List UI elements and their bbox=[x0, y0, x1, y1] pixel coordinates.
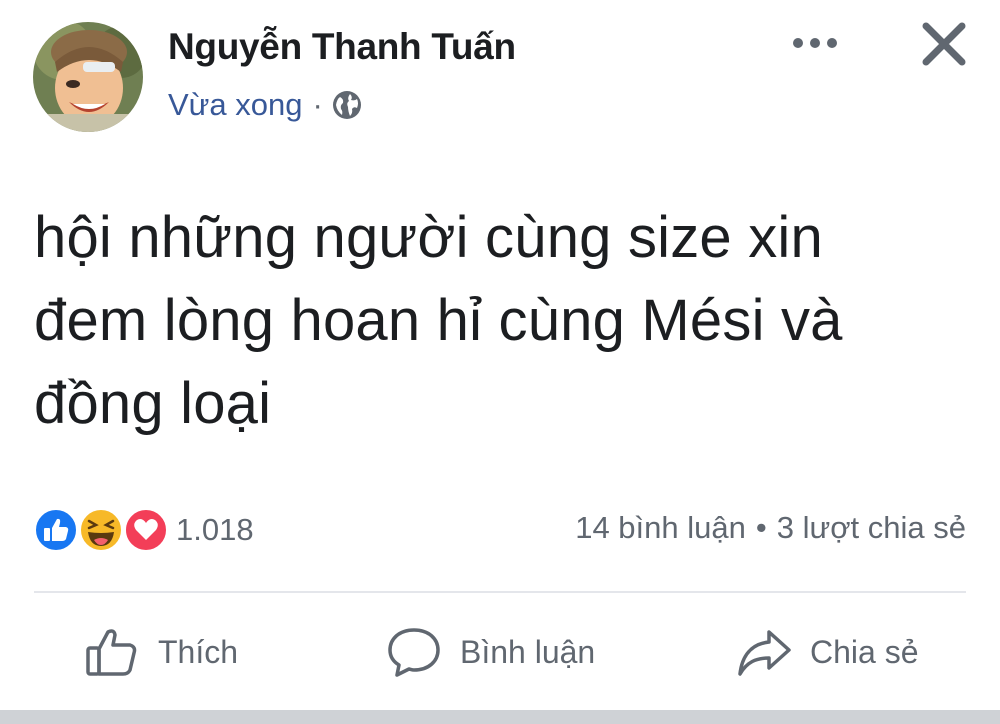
reaction-icons bbox=[34, 506, 170, 554]
post-text-line: đem lòng hoan hỉ cùng Mési và bbox=[34, 288, 843, 353]
reaction-count: 1.018 bbox=[176, 512, 254, 547]
post-meta: Vừa xong · bbox=[168, 85, 363, 125]
share-label: Chia sẻ bbox=[810, 633, 919, 670]
post-stats: 14 bình luận • 3 lượt chia sẻ bbox=[575, 510, 966, 546]
post-text-line: hội những người cùng size xin bbox=[34, 205, 823, 270]
globe-icon[interactable] bbox=[331, 89, 363, 121]
avatar[interactable] bbox=[33, 22, 143, 132]
stats-separator: • bbox=[755, 510, 767, 545]
thumbs-up-icon bbox=[86, 629, 137, 676]
love-reaction-icon bbox=[124, 508, 168, 552]
post-card: Nguyễn Thanh Tuấn Vừa xong · hội những n… bbox=[0, 0, 1000, 710]
share-button[interactable]: Chia sẻ bbox=[736, 620, 919, 684]
divider bbox=[34, 591, 966, 593]
meta-separator: · bbox=[312, 87, 323, 122]
comment-icon bbox=[388, 628, 440, 677]
author-name[interactable]: Nguyễn Thanh Tuấn bbox=[168, 26, 516, 68]
share-icon bbox=[738, 630, 791, 676]
avatar-image bbox=[33, 22, 143, 132]
share-count[interactable]: 3 lượt chia sẻ bbox=[777, 510, 966, 545]
like-button[interactable]: Thích bbox=[84, 620, 238, 684]
close-icon bbox=[922, 22, 966, 66]
comment-label: Bình luận bbox=[460, 633, 596, 670]
comment-count[interactable]: 14 bình luận bbox=[575, 510, 746, 545]
close-button[interactable] bbox=[918, 18, 970, 70]
like-label: Thích bbox=[158, 633, 239, 670]
more-options-button[interactable] bbox=[790, 28, 840, 58]
like-reaction-icon bbox=[34, 508, 78, 552]
post-timestamp[interactable]: Vừa xong bbox=[168, 87, 303, 123]
post-text-line: đồng loại bbox=[34, 371, 272, 436]
post-text: hội những người cùng size xin đem lòng h… bbox=[34, 196, 974, 445]
more-options-icon bbox=[793, 38, 837, 48]
haha-reaction-icon bbox=[79, 508, 123, 552]
reactions-summary[interactable]: 1.018 bbox=[34, 506, 254, 554]
comment-button[interactable]: Bình luận bbox=[386, 620, 595, 684]
bottom-bar bbox=[0, 710, 1000, 724]
